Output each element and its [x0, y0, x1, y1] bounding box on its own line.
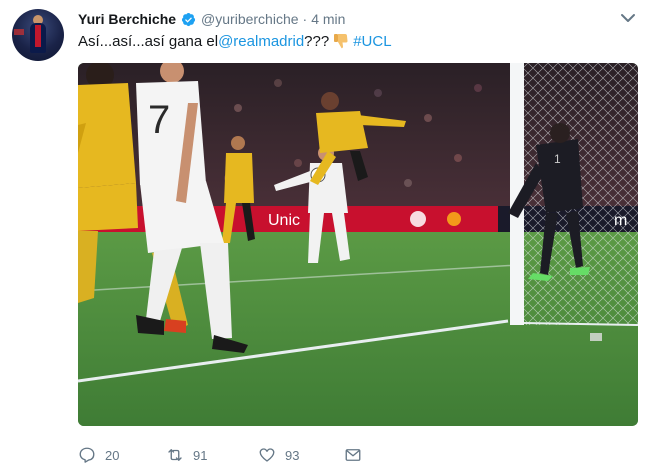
avatar[interactable] [12, 9, 64, 61]
author-name[interactable]: Yuri Berchiche [78, 11, 176, 27]
football-scene: Unic m 1 [78, 63, 638, 426]
avatar-glow [14, 29, 24, 35]
board-text: Unic [268, 212, 300, 229]
heart-icon [259, 448, 275, 462]
keeper-number: 1 [554, 152, 561, 166]
retweet-count: 91 [193, 447, 208, 463]
envelope-icon [345, 449, 361, 461]
tweet-text: Así...así...así gana el @realmadrid ??? … [78, 32, 392, 50]
retweet-icon [168, 449, 182, 461]
tweet-text-suffix: ??? [304, 32, 330, 50]
like-button[interactable]: 93 [258, 446, 299, 464]
hashtag-link[interactable]: #UCL [353, 33, 391, 50]
tweet-text-prefix: Así...así...así gana el [78, 32, 219, 50]
tweet-time[interactable]: 4 min [311, 11, 345, 27]
mention-link[interactable]: @realmadrid [218, 33, 304, 50]
avatar-stripe [35, 25, 41, 47]
tweet-media-image[interactable]: Unic m 1 [78, 63, 638, 426]
reply-button[interactable]: 20 [78, 446, 119, 464]
reply-count: 20 [105, 447, 120, 463]
separator-dot: · [302, 11, 308, 27]
verified-badge-icon [181, 12, 196, 26]
tweet-header: Yuri Berchiche @yuriberchiche · 4 min [78, 9, 609, 29]
retweet-button[interactable]: 91 [166, 446, 207, 464]
direct-message-button[interactable] [344, 446, 362, 464]
shirt-number: 7 [148, 98, 170, 142]
chevron-down-icon[interactable] [618, 10, 638, 26]
author-handle[interactable]: @yuriberchiche [201, 11, 298, 27]
thumbs-down-emoji-icon [334, 34, 348, 49]
reply-icon [79, 447, 95, 463]
like-count: 93 [285, 447, 300, 463]
